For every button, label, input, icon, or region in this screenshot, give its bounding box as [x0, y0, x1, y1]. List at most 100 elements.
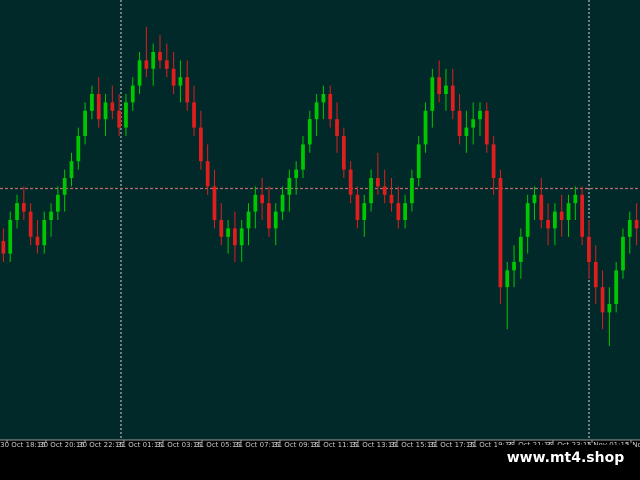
candle-body — [96, 94, 101, 120]
candle-body — [634, 220, 639, 229]
candle-body — [239, 228, 244, 246]
candle-body — [273, 211, 278, 229]
candle-body — [49, 211, 53, 220]
candle-body — [539, 194, 544, 220]
candle-body — [314, 102, 319, 120]
candle-body — [328, 94, 333, 120]
candle-body — [301, 144, 305, 170]
candle-body — [151, 52, 156, 69]
candle-body — [137, 60, 142, 86]
candle-body — [382, 186, 387, 195]
candle-body — [450, 85, 455, 111]
candle-body — [505, 270, 510, 288]
candle-body — [144, 60, 149, 69]
candle-body — [403, 203, 407, 220]
candle-body — [103, 102, 108, 120]
candle-body — [559, 211, 564, 220]
candle-body — [1, 241, 6, 254]
candle-body — [110, 102, 115, 111]
plot-background — [0, 0, 640, 440]
candle-body — [246, 211, 251, 229]
candle-body — [600, 287, 605, 313]
candle-body — [21, 203, 26, 212]
candle-body — [205, 161, 210, 187]
candle-body — [580, 194, 584, 237]
candle-body — [341, 136, 346, 170]
candle-body — [607, 304, 612, 313]
candle-body — [219, 220, 224, 237]
candle-body — [117, 110, 122, 128]
candle-body — [478, 110, 482, 120]
candle-body — [198, 127, 203, 162]
watermark-label: www.mt4.shop — [497, 445, 634, 471]
candle-body — [267, 203, 271, 229]
candle-body — [280, 194, 285, 212]
candle-body — [192, 102, 196, 128]
candle — [498, 169, 503, 304]
candle-body — [484, 110, 489, 145]
candle-body — [287, 178, 292, 195]
candle-body — [423, 110, 428, 145]
candle-body — [614, 270, 619, 304]
candle — [580, 186, 584, 246]
candle-body — [233, 228, 237, 246]
candle-body — [76, 136, 81, 162]
candle-body — [8, 220, 13, 254]
candle-body — [294, 169, 299, 178]
candle-body — [627, 220, 632, 237]
candle-body — [573, 194, 578, 204]
candle-body — [355, 194, 360, 220]
candle-body — [62, 178, 67, 195]
candle-body — [457, 110, 462, 136]
candle-body — [178, 77, 183, 86]
candle-body — [90, 94, 94, 111]
candle-body — [566, 203, 571, 220]
candle-body — [621, 236, 625, 271]
candle-body — [389, 194, 394, 204]
candle-body — [518, 236, 523, 262]
candle-body — [376, 178, 380, 187]
candle-body — [512, 262, 516, 271]
candle-body — [124, 102, 128, 128]
candle-body — [416, 144, 421, 178]
candle-body — [42, 220, 47, 246]
candle-body — [464, 127, 469, 136]
candle-body — [348, 169, 353, 195]
candle-body — [171, 68, 176, 86]
candle-body — [321, 94, 326, 103]
candle-body — [35, 236, 40, 246]
candle-body — [532, 194, 537, 204]
candle-body — [260, 194, 264, 204]
candle-body — [444, 85, 448, 94]
candle-body — [56, 194, 60, 212]
candle-body — [593, 262, 598, 288]
candle-body — [28, 211, 33, 237]
candle-body — [307, 119, 312, 145]
candle-body — [158, 52, 162, 61]
candle-body — [396, 203, 401, 220]
candle-body — [471, 119, 476, 128]
candle-body — [525, 203, 530, 237]
candle-body — [69, 161, 74, 178]
candle-body — [212, 186, 217, 220]
candle-body — [430, 77, 435, 111]
candle-body — [83, 110, 87, 136]
candle-body — [546, 220, 550, 229]
candle-body — [226, 228, 230, 237]
candle-body — [362, 203, 367, 220]
candlestick-chart: 30 Oct 18:15 30 Oct 20:15 30 Oct 22:15 31 O… — [0, 0, 640, 480]
candle-body — [253, 194, 258, 212]
candle-body — [369, 178, 373, 204]
candle-body — [498, 178, 503, 288]
candle-body — [587, 236, 591, 262]
candle-body — [164, 60, 169, 69]
candle-body — [15, 203, 19, 220]
candle-body — [491, 144, 496, 178]
candle-body — [185, 77, 190, 103]
candle-body — [335, 119, 339, 136]
candle-body — [410, 178, 414, 204]
candle-body — [553, 211, 557, 229]
candle-body — [130, 85, 135, 103]
candle-body — [437, 77, 442, 94]
chart-svg: 30 Oct 18:1530 Oct 20:1530 Oct 22:1531 O… — [0, 0, 640, 480]
